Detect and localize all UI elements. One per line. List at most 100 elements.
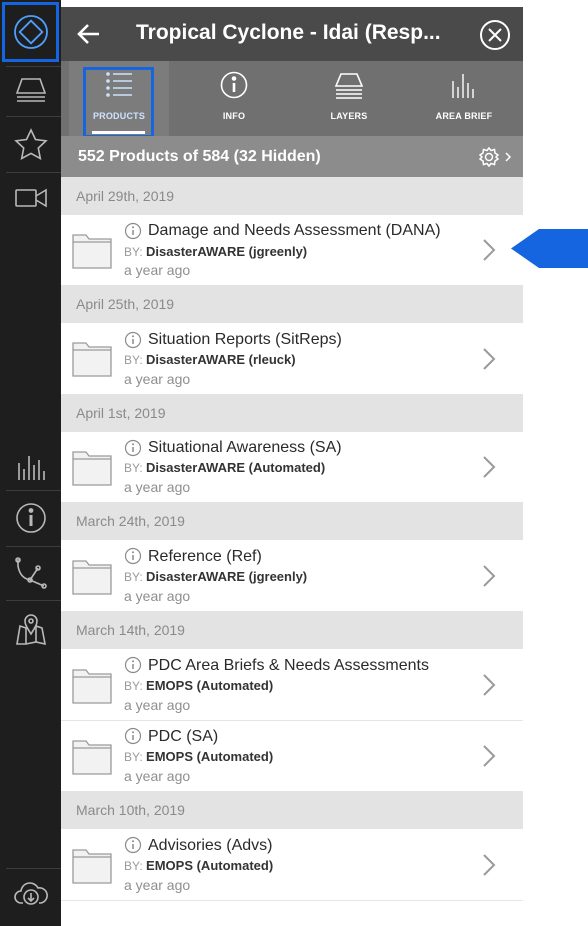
- products-summary-bar: 552 Products of 584 (32 Hidden): [61, 136, 523, 177]
- product-author: BY: DisasterAWARE (jgreenly): [124, 244, 308, 259]
- tab-info-label: INFO: [222, 111, 246, 121]
- info-icon: [220, 71, 248, 99]
- icon-rail: [0, 0, 61, 926]
- chevron-right-icon: [483, 239, 496, 261]
- product-author: BY: EMOPS (Automated): [124, 749, 274, 764]
- route-icon: [14, 557, 47, 589]
- date-label: April 29th, 2019: [76, 188, 175, 204]
- back-arrow-icon[interactable]: [75, 20, 103, 48]
- chevron-right-icon: [483, 674, 496, 696]
- chevron-right-icon: [483, 348, 496, 370]
- product-folder-item[interactable]: Situation Reports (SitReps) BY: Disaster…: [61, 323, 523, 393]
- tab-area-brief-label: AREA BRIEF: [435, 111, 493, 121]
- folder-icon: [72, 451, 112, 486]
- page-title: Tropical Cyclone - Idai (Resp...: [136, 21, 441, 44]
- product-age: a year ago: [124, 262, 191, 278]
- date-group-header: March 14th, 2019: [61, 611, 523, 649]
- panel-header: Tropical Cyclone - Idai (Resp...: [61, 7, 523, 61]
- product-folder-item[interactable]: Damage and Needs Assessment (DANA) BY: D…: [61, 215, 523, 285]
- product-folder-item[interactable]: Situational Awareness (SA) BY: DisasterA…: [61, 432, 523, 502]
- product-name: Situation Reports (SitReps): [148, 331, 342, 348]
- date-label: March 24th, 2019: [76, 513, 185, 529]
- product-folder-item[interactable]: Advisories (Advs) BY: EMOPS (Automated) …: [61, 829, 523, 900]
- rail-route-button[interactable]: [0, 546, 61, 600]
- tab-bar: PRODUCTS INFO LAYERS AREA BRIEF: [61, 61, 523, 138]
- folder-icon: [72, 342, 112, 377]
- info-icon[interactable]: [124, 727, 142, 745]
- bar-chart-icon: [17, 456, 45, 480]
- product-author: BY: DisasterAWARE (jgreenly): [124, 569, 308, 584]
- rail-favorites-button[interactable]: [0, 116, 61, 172]
- info-icon[interactable]: [124, 547, 142, 565]
- date-group-header: March 24th, 2019: [61, 502, 523, 540]
- date-group-header: March 10th, 2019: [61, 791, 523, 829]
- product-age: a year ago: [124, 697, 191, 713]
- rail-charts-button[interactable]: [0, 442, 61, 490]
- product-age: a year ago: [124, 479, 191, 495]
- chevron-right-icon: [483, 854, 496, 876]
- product-author: BY: EMOPS (Automated): [124, 858, 274, 873]
- rail-layers-button[interactable]: [0, 66, 61, 116]
- tab-layers-label: LAYERS: [330, 111, 368, 121]
- gear-icon[interactable]: [478, 146, 514, 168]
- date-group-header: April 25th, 2019: [61, 285, 523, 323]
- map-pin-icon: [15, 614, 46, 646]
- tab-info[interactable]: INFO: [184, 61, 284, 136]
- date-group-header: April 1st, 2019: [61, 394, 523, 432]
- product-name: Situational Awareness (SA): [148, 439, 342, 456]
- list-divider: [61, 900, 523, 901]
- layers-icon: [15, 78, 46, 102]
- info-icon: [15, 503, 46, 533]
- info-icon[interactable]: [124, 656, 142, 674]
- rail-video-button[interactable]: [0, 172, 61, 224]
- date-label: April 1st, 2019: [76, 405, 166, 421]
- logo-icon: [13, 15, 48, 49]
- date-label: March 10th, 2019: [76, 802, 185, 818]
- info-icon[interactable]: [124, 331, 142, 349]
- product-author: BY: DisasterAWARE (rleuck): [124, 352, 296, 367]
- folder-icon: [72, 560, 112, 595]
- products-panel: Tropical Cyclone - Idai (Resp... PRODUCT…: [61, 0, 523, 926]
- product-name: Reference (Ref): [148, 548, 262, 565]
- product-author: BY: EMOPS (Automated): [124, 678, 274, 693]
- chevron-right-icon: [483, 565, 496, 587]
- folder-icon: [72, 669, 112, 704]
- info-icon[interactable]: [124, 222, 142, 240]
- pointer-arrow-icon: [511, 229, 588, 268]
- bar-chart-icon: [452, 74, 474, 98]
- star-icon: [13, 128, 48, 160]
- rail-download-button[interactable]: [0, 868, 61, 920]
- product-author: BY: DisasterAWARE (Automated): [124, 460, 326, 475]
- folder-icon: [72, 234, 112, 269]
- product-folder-item[interactable]: PDC Area Briefs & Needs Assessments BY: …: [61, 649, 523, 720]
- chevron-right-icon: [483, 456, 496, 478]
- info-icon[interactable]: [124, 836, 142, 854]
- tab-layers[interactable]: LAYERS: [299, 61, 399, 136]
- rail-info-button[interactable]: [0, 490, 61, 546]
- product-age: a year ago: [124, 371, 191, 387]
- layers-icon: [334, 73, 364, 99]
- logo-button[interactable]: [2, 2, 59, 62]
- date-label: April 25th, 2019: [76, 296, 175, 312]
- tab-area-brief[interactable]: AREA BRIEF: [414, 61, 514, 136]
- date-label: March 14th, 2019: [76, 622, 185, 638]
- products-count: 552 Products of 584 (32 Hidden): [78, 148, 321, 165]
- info-icon[interactable]: [124, 439, 142, 457]
- cloud-download-icon: [13, 882, 48, 905]
- product-name: PDC Area Briefs & Needs Assessments: [148, 657, 429, 674]
- product-name: Damage and Needs Assessment (DANA): [148, 222, 441, 239]
- close-icon[interactable]: [479, 19, 511, 51]
- date-group-header: April 29th, 2019: [61, 177, 523, 215]
- folder-icon: [72, 740, 112, 775]
- product-name: Advisories (Advs): [148, 837, 273, 854]
- product-name: PDC (SA): [148, 728, 219, 745]
- tab-products-highlight: [83, 67, 154, 138]
- product-folder-item[interactable]: Reference (Ref) BY: DisasterAWARE (jgree…: [61, 540, 523, 611]
- product-age: a year ago: [124, 588, 191, 604]
- rail-map-button[interactable]: [0, 600, 61, 658]
- product-age: a year ago: [124, 768, 191, 784]
- product-age: a year ago: [124, 877, 191, 893]
- folder-icon: [72, 849, 112, 884]
- video-camera-icon: [14, 188, 47, 208]
- product-folder-item[interactable]: PDC (SA) BY: EMOPS (Automated) a year ag…: [61, 721, 523, 791]
